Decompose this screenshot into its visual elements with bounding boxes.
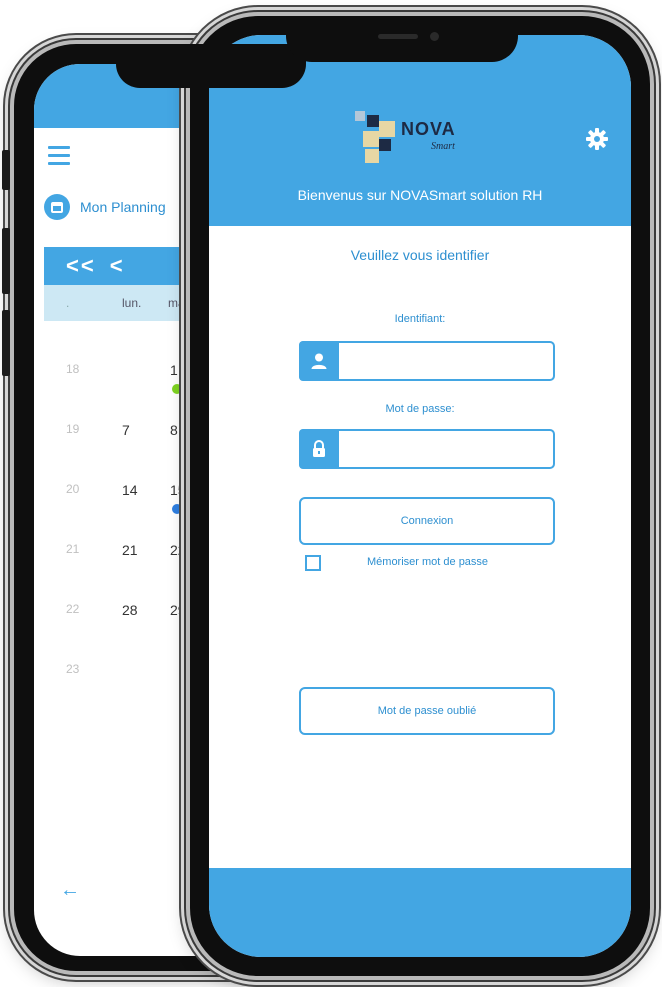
side-button (2, 310, 10, 376)
day-cell[interactable]: 1 (170, 362, 178, 378)
user-icon (299, 341, 339, 381)
front-phone-notch (286, 22, 518, 62)
day-cell[interactable]: 22 (170, 542, 186, 558)
gear-icon[interactable] (585, 127, 609, 151)
day-cell[interactable]: 7 (122, 422, 130, 438)
event-dot (172, 504, 182, 514)
week-number: 20 (66, 482, 80, 496)
prev-month-button[interactable]: << (66, 253, 96, 279)
week-number: 18 (66, 362, 80, 376)
event-dot (172, 384, 182, 394)
speaker (378, 34, 418, 39)
week-number: 22 (66, 602, 80, 616)
forgot-password-button[interactable]: Mot de passe oublié (299, 687, 555, 735)
side-button (2, 228, 10, 294)
arrow-left-icon[interactable]: ← (60, 879, 80, 902)
username-input[interactable] (345, 347, 549, 377)
week-number: 21 (66, 542, 80, 556)
logo-subtext: Smart (431, 141, 455, 152)
page-title: Mon Planning (80, 199, 166, 215)
lock-icon (299, 429, 339, 469)
day-cell[interactable]: 29 (170, 602, 186, 618)
remember-label[interactable]: Mémoriser mot de passe (367, 556, 488, 568)
day-cell[interactable]: 21 (122, 542, 138, 558)
login-screen: NOVA Smart Bienvenus sur NOVASmart solut… (209, 35, 631, 957)
remember-checkbox[interactable] (305, 555, 321, 571)
front-phone: NOVA Smart Bienvenus sur NOVASmart solut… (186, 12, 654, 980)
password-field[interactable] (299, 429, 555, 469)
hamburger-icon[interactable] (48, 146, 70, 166)
camera (430, 32, 439, 41)
password-input[interactable] (345, 435, 549, 465)
prev-week-button[interactable]: < (110, 253, 125, 279)
day-header-mon: lun. (122, 296, 142, 310)
week-col-header: . (66, 296, 70, 310)
day-cell[interactable]: 8 (170, 422, 178, 438)
week-number: 19 (66, 422, 80, 436)
username-label: Identifiant: (394, 313, 446, 325)
remember-row: Mémoriser mot de passe (305, 555, 488, 571)
calendar-icon (44, 194, 70, 220)
planning-header: Mon Planning (44, 192, 166, 222)
side-button (2, 150, 10, 190)
week-number: 23 (66, 662, 80, 676)
welcome-text: Bienvenus sur NOVASmart solution RH (297, 187, 543, 203)
username-field[interactable] (299, 341, 555, 381)
day-cell[interactable]: 28 (122, 602, 138, 618)
day-cell[interactable]: 14 (122, 482, 138, 498)
day-cell[interactable]: 15 (170, 482, 186, 498)
back-phone-notch (116, 44, 306, 88)
identify-prompt: Veuillez vous identifier (350, 247, 490, 263)
password-label: Mot de passe: (385, 403, 455, 415)
nova-smart-logo: NOVA Smart (349, 107, 499, 167)
logo-text: NOVA (401, 119, 456, 139)
login-button[interactable]: Connexion (299, 497, 555, 545)
login-footer (209, 868, 631, 957)
